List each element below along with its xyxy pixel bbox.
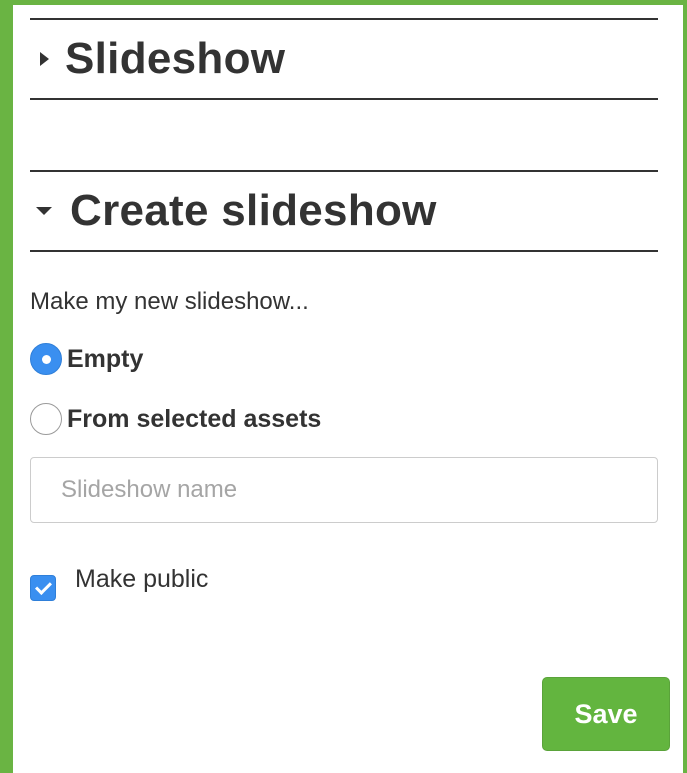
- checkbox-checked-icon[interactable]: [30, 575, 56, 601]
- radio-label-from-selected-assets[interactable]: From selected assets: [67, 405, 321, 434]
- intro-text: Make my new slideshow...: [30, 288, 309, 315]
- slideshow-panel: Slideshow Create slideshow Make my new s…: [30, 5, 670, 773]
- radio-checked-icon[interactable]: [30, 343, 62, 375]
- caret-right-icon: [40, 52, 49, 66]
- slideshow-name-input[interactable]: [30, 457, 658, 523]
- create-slideshow-section-header[interactable]: Create slideshow: [30, 170, 658, 252]
- save-button[interactable]: Save: [542, 677, 670, 751]
- caret-down-icon: [36, 207, 52, 215]
- radio-label-empty[interactable]: Empty: [67, 345, 143, 374]
- make-public-label[interactable]: Make public: [75, 565, 208, 594]
- radio-option-from-selected-assets[interactable]: From selected assets: [30, 403, 321, 435]
- make-public-row[interactable]: Make public: [30, 565, 208, 601]
- create-slideshow-section-title: Create slideshow: [70, 186, 437, 235]
- radio-unchecked-icon[interactable]: [30, 403, 62, 435]
- slideshow-section-header[interactable]: Slideshow: [30, 18, 658, 100]
- radio-option-empty[interactable]: Empty: [30, 343, 143, 375]
- app-frame: Slideshow Create slideshow Make my new s…: [0, 0, 687, 773]
- slideshow-section-title: Slideshow: [65, 34, 286, 83]
